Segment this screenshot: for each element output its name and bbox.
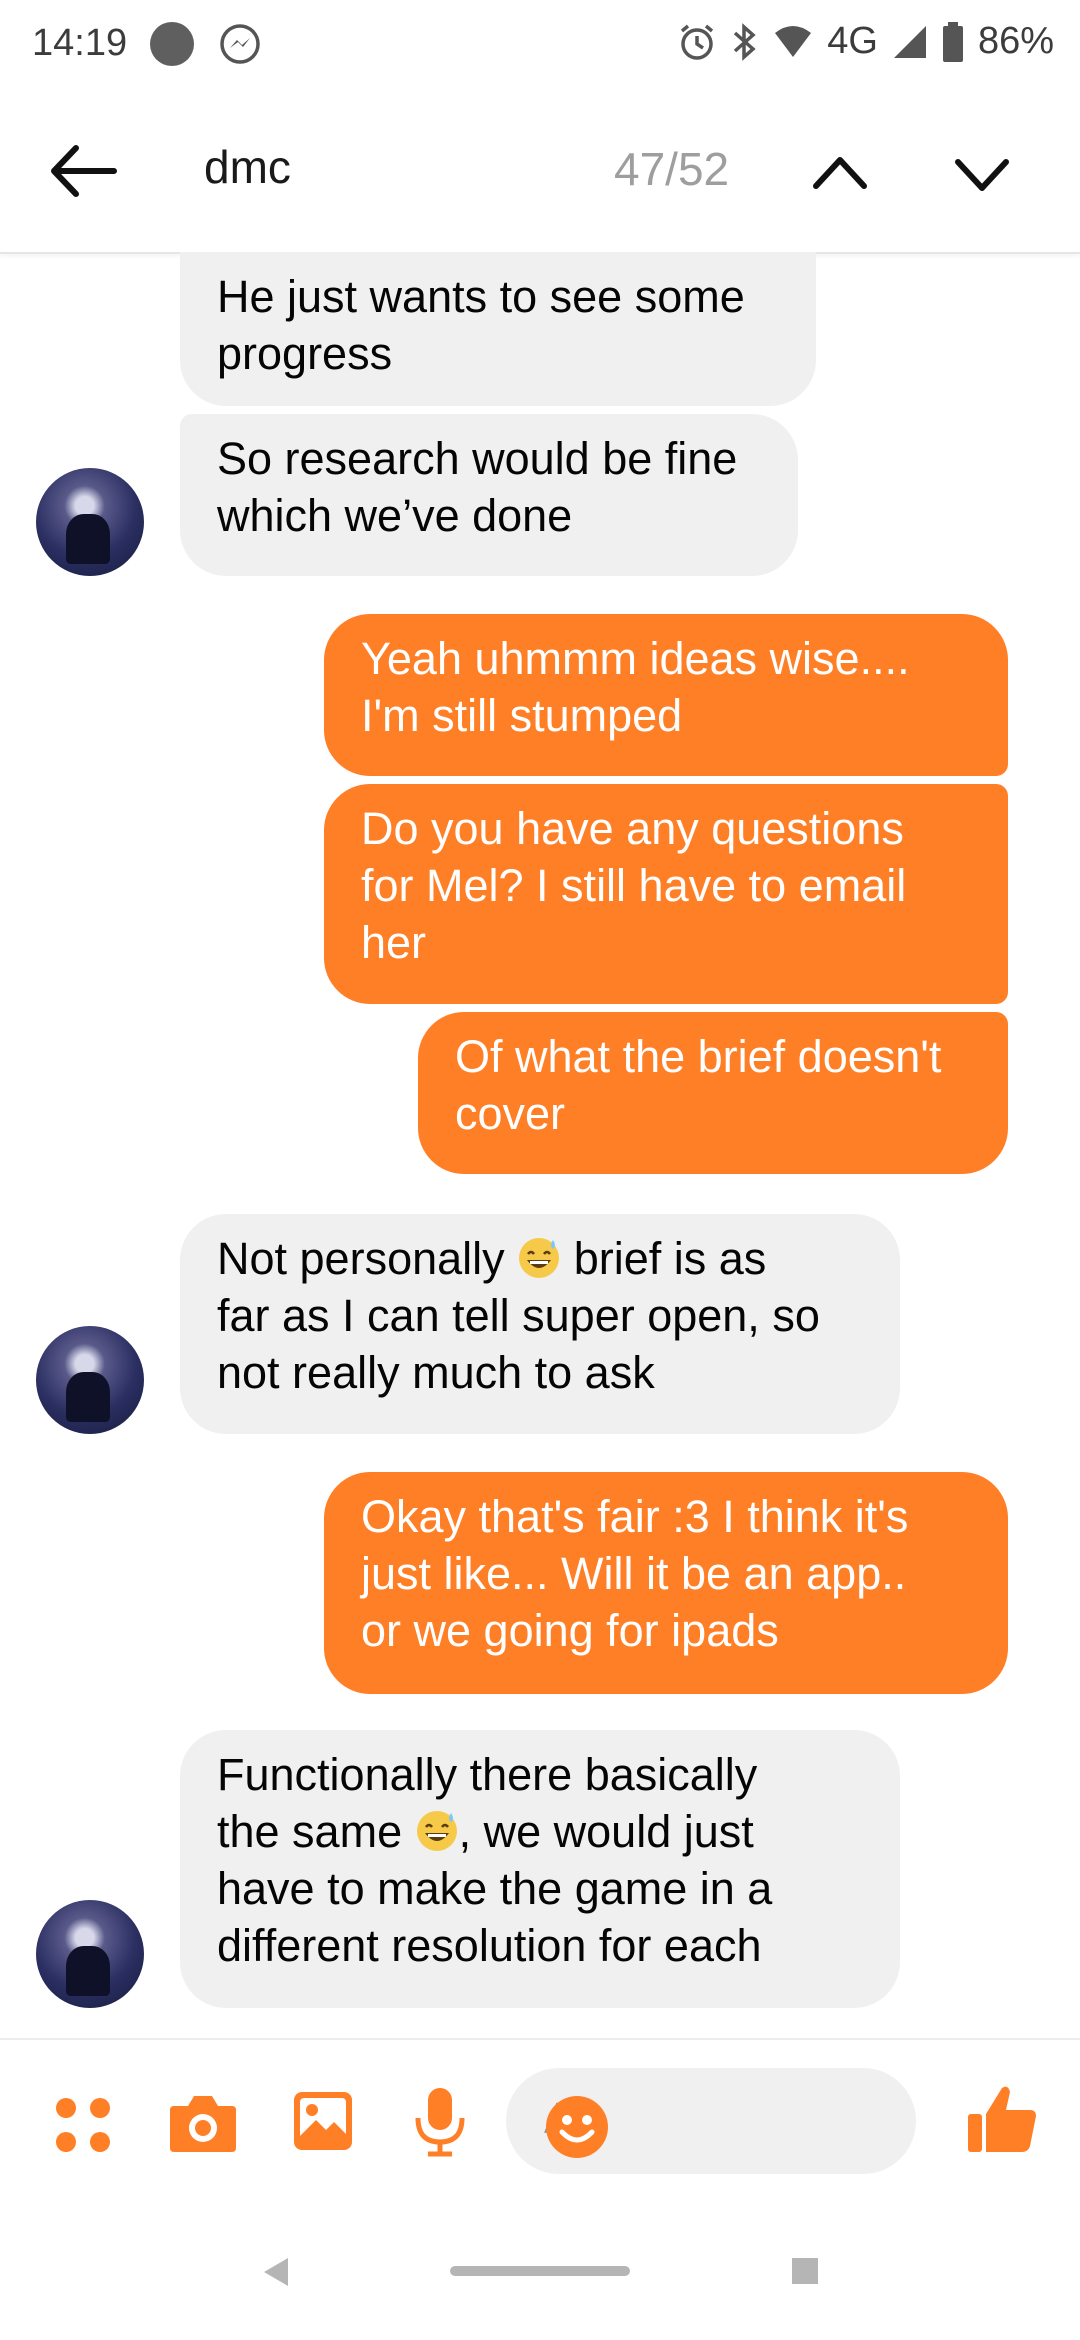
status-bar: 14:19 4G 86%: [0, 0, 1080, 86]
battery-icon: [942, 21, 964, 62]
grinning-sweat-emoji-icon: [415, 1809, 459, 1853]
message-line: Functionally there basically: [217, 1749, 758, 1800]
back-arrow-icon[interactable]: [44, 136, 124, 206]
message-line: So research would be fine: [217, 433, 738, 484]
message-bubble-incoming[interactable]: Not personally brief is as far as I can …: [180, 1214, 900, 1434]
microphone-icon[interactable]: [414, 2086, 466, 2163]
message-line: Do you have any questions: [361, 803, 904, 854]
message-line: just like... Will it be an app..: [361, 1548, 907, 1599]
message-line: He just wants to see some: [217, 271, 745, 322]
nav-home-icon[interactable]: [450, 2266, 630, 2276]
message-line: the same , we would just: [217, 1806, 754, 1857]
message-line: I'm still stumped: [361, 690, 683, 741]
chevron-up-icon[interactable]: [808, 142, 872, 202]
message-line: have to make the game in a: [217, 1863, 773, 1914]
chevron-down-icon[interactable]: [950, 144, 1014, 204]
message-line: Of what the brief doesn't: [455, 1031, 942, 1082]
message-line: Yeah uhmmm ideas wise....: [361, 633, 910, 684]
nav-back-icon[interactable]: [262, 2256, 290, 2293]
nav-recents-icon[interactable]: [792, 2258, 818, 2284]
search-header: dmc 47/52: [0, 86, 1080, 254]
search-query[interactable]: dmc: [204, 140, 291, 194]
message-line: far as I can tell super open, so: [217, 1290, 820, 1341]
message-bubble-incoming[interactable]: Functionally there basically the same , …: [180, 1730, 900, 2008]
bluetooth-icon: [731, 22, 759, 62]
message-line: Okay that's fair :3 I think it's: [361, 1491, 909, 1542]
gallery-icon[interactable]: [292, 2090, 354, 2157]
messenger-icon: [218, 22, 262, 66]
message-line: which we’ve done: [217, 490, 573, 541]
message-bubble-outgoing[interactable]: Do you have any questions for Mel? I sti…: [324, 784, 1008, 1004]
grinning-sweat-emoji-icon: [517, 1236, 561, 1280]
emoji-smile-icon[interactable]: [544, 2094, 894, 2171]
camera-icon[interactable]: [168, 2092, 238, 2159]
message-line: cover: [455, 1088, 566, 1139]
message-input[interactable]: Aa: [506, 2068, 916, 2174]
message-bubble-outgoing[interactable]: Of what the brief doesn't cover: [418, 1012, 1008, 1174]
avatar[interactable]: [36, 468, 144, 576]
message-line: her: [361, 917, 427, 968]
message-line: for Mel? I still have to email: [361, 860, 907, 911]
message-bubble-outgoing[interactable]: Yeah uhmmm ideas wise.... I'm still stum…: [324, 614, 1008, 776]
apps-grid-icon[interactable]: [54, 2096, 112, 2159]
wifi-icon: [773, 25, 813, 59]
message-line: different resolution for each: [217, 1920, 762, 1971]
message-line: or we going for ipads: [361, 1605, 779, 1656]
avatar[interactable]: [36, 1900, 144, 2008]
system-nav-bar: [0, 2210, 1080, 2340]
message-composer: Aa: [0, 2038, 1080, 2176]
notification-dot-icon: [150, 22, 194, 66]
message-line: not really much to ask: [217, 1347, 655, 1398]
message-line: Not personally brief is as: [217, 1233, 767, 1284]
battery-percent: 86%: [977, 20, 1054, 62]
avatar[interactable]: [36, 1326, 144, 1434]
message-bubble-incoming[interactable]: He just wants to see some progress: [180, 252, 816, 406]
signal-icon: [892, 24, 928, 60]
search-result-counter: 47/52: [614, 143, 730, 195]
status-time: 14:19: [32, 22, 128, 64]
message-line: progress: [217, 328, 393, 379]
message-bubble-incoming[interactable]: So research would be fine which we’ve do…: [180, 414, 798, 576]
alarm-icon: [677, 22, 717, 62]
message-bubble-outgoing[interactable]: Okay that's fair :3 I think it's just li…: [324, 1472, 1008, 1694]
network-type: 4G: [827, 20, 878, 62]
thumbs-up-icon[interactable]: [966, 2082, 1038, 2159]
